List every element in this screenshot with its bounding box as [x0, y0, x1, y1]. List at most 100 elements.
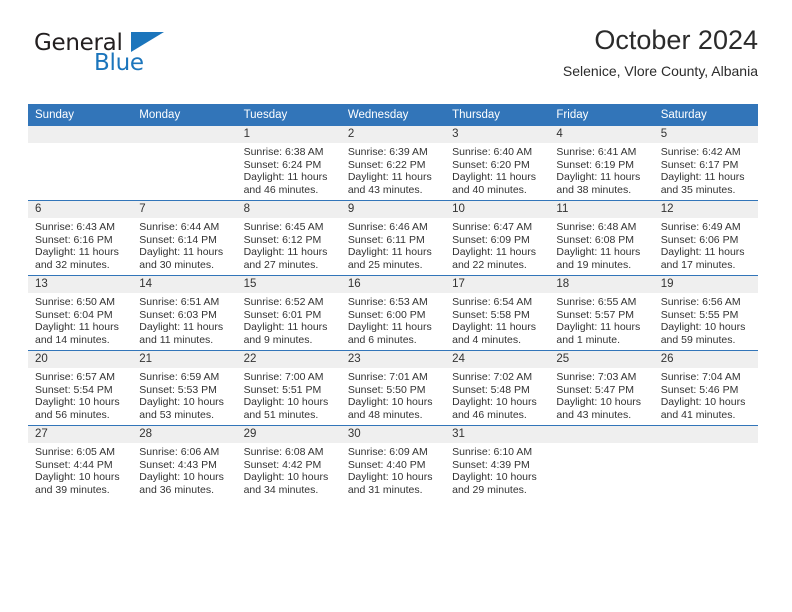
daylight-text: Daylight: 10 hours and 59 minutes. — [660, 321, 746, 346]
day-number: 27 — [28, 426, 133, 443]
calendar-cell-empty — [28, 126, 133, 201]
calendar-day-cell[interactable]: 1 Sunrise: 6:38 AM Sunset: 6:24 PM Daylight… — [236, 126, 341, 201]
day-number: 22 — [236, 351, 341, 368]
sunrise-text: Sunrise: 6:45 AM — [243, 221, 324, 233]
calendar-day-cell[interactable]: 26 Sunrise: 7:04 AM Sunset: 5:46 PM Dayligh… — [653, 350, 758, 426]
calendar-day-cell[interactable]: 4 Sunrise: 6:41 AM Sunset: 6:19 PM Daylight… — [549, 126, 654, 201]
day-number: 26 — [653, 351, 758, 368]
day-sun-info: Sunrise: 6:44 AM Sunset: 6:14 PM Daylight:… — [132, 218, 236, 271]
sunrise-text: Sunrise: 6:55 AM — [556, 296, 637, 308]
daylight-text: Daylight: 10 hours and 36 minutes. — [139, 471, 224, 496]
daylight-text: Daylight: 11 hours and 9 minutes. — [243, 321, 328, 346]
daylight-text: Daylight: 11 hours and 32 minutes. — [35, 246, 119, 271]
weekday-header-friday: Friday — [549, 104, 654, 126]
day-number: 30 — [340, 426, 446, 443]
calendar-day-cell[interactable]: 12 Sunrise: 6:49 AM Sunset: 6:06 PM Dayligh… — [653, 200, 758, 276]
day-number: 17 — [445, 276, 550, 293]
sunset-text: Sunset: 5:46 PM — [660, 383, 739, 396]
calendar-day-cell[interactable]: 25 Sunrise: 7:03 AM Sunset: 5:47 PM Dayligh… — [549, 350, 654, 426]
day-number: 1 — [236, 126, 341, 143]
calendar-day-cell[interactable]: 28 Sunrise: 6:06 AM Sunset: 4:43 PM Dayligh… — [132, 425, 237, 500]
sunrise-text: Sunrise: 7:00 AM — [243, 371, 324, 383]
daylight-text: Daylight: 11 hours and 30 minutes. — [139, 246, 224, 271]
sunset-text: Sunset: 6:04 PM — [35, 308, 113, 321]
calendar-day-cell[interactable]: 19 Sunrise: 6:56 AM Sunset: 5:55 PM Dayligh… — [653, 275, 758, 351]
general-blue-logo[interactable]: General Blue — [34, 30, 254, 80]
day-sun-info: Sunrise: 6:08 AM Sunset: 4:42 PM Daylight:… — [237, 443, 341, 496]
calendar-week-row: 27 Sunrise: 6:05 AM Sunset: 4:44 PM Dayligh… — [28, 425, 758, 500]
day-number: 3 — [445, 126, 550, 143]
calendar-day-cell[interactable]: 20 Sunrise: 6:57 AM Sunset: 5:54 PM Dayligh… — [28, 350, 133, 426]
weekday-header-monday: Monday — [132, 104, 237, 126]
day-number — [28, 126, 133, 143]
day-sun-info: Sunrise: 7:04 AM Sunset: 5:46 PM Daylight:… — [654, 368, 758, 421]
calendar-day-cell[interactable]: 17 Sunrise: 6:54 AM Sunset: 5:58 PM Dayligh… — [445, 275, 550, 351]
daylight-text: Daylight: 10 hours and 56 minutes. — [35, 396, 120, 421]
day-sun-info: Sunrise: 6:55 AM Sunset: 5:57 PM Daylight:… — [549, 293, 653, 346]
sunset-text: Sunset: 6:08 PM — [556, 233, 635, 246]
calendar-day-cell[interactable]: 5 Sunrise: 6:42 AM Sunset: 6:17 PM Daylight… — [653, 126, 758, 201]
calendar-day-cell[interactable]: 21 Sunrise: 6:59 AM Sunset: 5:53 PM Dayligh… — [132, 350, 237, 426]
daylight-text: Daylight: 11 hours and 14 minutes. — [35, 321, 119, 346]
sunrise-text: Sunrise: 6:40 AM — [452, 146, 533, 158]
calendar-day-cell[interactable]: 29 Sunrise: 6:08 AM Sunset: 4:42 PM Dayligh… — [236, 425, 341, 500]
logo-triangle-icon — [131, 32, 164, 52]
calendar-day-cell[interactable]: 18 Sunrise: 6:55 AM Sunset: 5:57 PM Dayligh… — [549, 275, 654, 351]
daylight-text: Daylight: 11 hours and 22 minutes. — [452, 246, 536, 271]
day-sun-info: Sunrise: 6:53 AM Sunset: 6:00 PM Daylight:… — [341, 293, 445, 346]
calendar-day-cell[interactable]: 30 Sunrise: 6:09 AM Sunset: 4:40 PM Dayligh… — [340, 425, 446, 500]
calendar-day-cell[interactable]: 10 Sunrise: 6:47 AM Sunset: 6:09 PM Dayligh… — [445, 200, 550, 276]
calendar-day-cell[interactable]: 27 Sunrise: 6:05 AM Sunset: 4:44 PM Dayligh… — [28, 425, 133, 500]
sunset-text: Sunset: 5:48 PM — [452, 383, 530, 396]
daylight-text: Daylight: 11 hours and 43 minutes. — [347, 171, 432, 196]
day-sun-info: Sunrise: 6:05 AM Sunset: 4:44 PM Daylight:… — [28, 443, 132, 496]
day-number: 19 — [653, 276, 758, 293]
sunrise-text: Sunrise: 6:54 AM — [452, 296, 533, 308]
sunset-text: Sunset: 6:17 PM — [660, 158, 739, 171]
day-sun-info: Sunrise: 6:59 AM Sunset: 5:53 PM Daylight:… — [132, 368, 236, 421]
day-number — [549, 426, 654, 443]
calendar-day-cell[interactable]: 22 Sunrise: 7:00 AM Sunset: 5:51 PM Dayligh… — [236, 350, 341, 426]
day-number: 14 — [132, 276, 237, 293]
day-number: 24 — [445, 351, 550, 368]
day-sun-info: Sunrise: 7:02 AM Sunset: 5:48 PM Daylight:… — [445, 368, 549, 421]
sunset-text: Sunset: 6:11 PM — [347, 233, 425, 246]
day-number: 2 — [340, 126, 446, 143]
daylight-text: Daylight: 10 hours and 53 minutes. — [139, 396, 224, 421]
sunrise-text: Sunrise: 7:01 AM — [347, 371, 428, 383]
day-sun-info: Sunrise: 6:45 AM Sunset: 6:12 PM Daylight:… — [237, 218, 341, 271]
calendar-day-cell[interactable]: 31 Sunrise: 6:10 AM Sunset: 4:39 PM Dayligh… — [445, 425, 550, 500]
day-number — [653, 426, 758, 443]
daylight-text: Daylight: 11 hours and 35 minutes. — [660, 171, 745, 196]
sunrise-text: Sunrise: 6:08 AM — [243, 446, 324, 458]
sunrise-text: Sunrise: 6:46 AM — [347, 221, 428, 233]
calendar-day-cell[interactable]: 16 Sunrise: 6:53 AM Sunset: 6:00 PM Dayligh… — [340, 275, 446, 351]
sunrise-text: Sunrise: 6:47 AM — [452, 221, 533, 233]
calendar-day-cell[interactable]: 6 Sunrise: 6:43 AM Sunset: 6:16 PM Daylight… — [28, 200, 133, 276]
calendar-day-cell[interactable]: 2 Sunrise: 6:39 AM Sunset: 6:22 PM Daylight… — [340, 126, 446, 201]
calendar-day-cell[interactable]: 13 Sunrise: 6:50 AM Sunset: 6:04 PM Dayligh… — [28, 275, 133, 351]
daylight-text: Daylight: 10 hours and 34 minutes. — [243, 471, 329, 496]
calendar-day-cell[interactable]: 15 Sunrise: 6:52 AM Sunset: 6:01 PM Dayligh… — [236, 275, 341, 351]
calendar-day-cell[interactable]: 24 Sunrise: 7:02 AM Sunset: 5:48 PM Dayligh… — [445, 350, 550, 426]
day-number — [132, 126, 237, 143]
daylight-text: Daylight: 11 hours and 27 minutes. — [243, 246, 328, 271]
sunrise-text: Sunrise: 6:39 AM — [347, 146, 428, 158]
title-block: October 2024 Selenice, Vlore County, Alb… — [563, 24, 758, 81]
weekday-header-thursday: Thursday — [445, 104, 550, 126]
calendar-day-cell[interactable]: 9 Sunrise: 6:46 AM Sunset: 6:11 PM Daylight… — [340, 200, 446, 276]
sunrise-text: Sunrise: 6:43 AM — [35, 221, 115, 233]
calendar-day-cell[interactable]: 14 Sunrise: 6:51 AM Sunset: 6:03 PM Dayligh… — [132, 275, 237, 351]
calendar-week-row: 6 Sunrise: 6:43 AM Sunset: 6:16 PM Daylight… — [28, 200, 758, 276]
day-sun-info: Sunrise: 6:47 AM Sunset: 6:09 PM Daylight:… — [445, 218, 549, 271]
calendar-day-cell[interactable]: 8 Sunrise: 6:45 AM Sunset: 6:12 PM Daylight… — [236, 200, 341, 276]
calendar-day-cell[interactable]: 23 Sunrise: 7:01 AM Sunset: 5:50 PM Dayligh… — [340, 350, 446, 426]
sunrise-text: Sunrise: 7:03 AM — [556, 371, 637, 383]
calendar-day-cell[interactable]: 11 Sunrise: 6:48 AM Sunset: 6:08 PM Dayligh… — [549, 200, 654, 276]
sunset-text: Sunset: 4:42 PM — [243, 458, 322, 471]
day-number: 20 — [28, 351, 133, 368]
calendar-day-cell[interactable]: 3 Sunrise: 6:40 AM Sunset: 6:20 PM Daylight… — [445, 126, 550, 201]
calendar-day-cell[interactable]: 7 Sunrise: 6:44 AM Sunset: 6:14 PM Daylight… — [132, 200, 237, 276]
calendar-cell-empty — [653, 425, 758, 500]
daylight-text: Daylight: 11 hours and 4 minutes. — [452, 321, 536, 346]
